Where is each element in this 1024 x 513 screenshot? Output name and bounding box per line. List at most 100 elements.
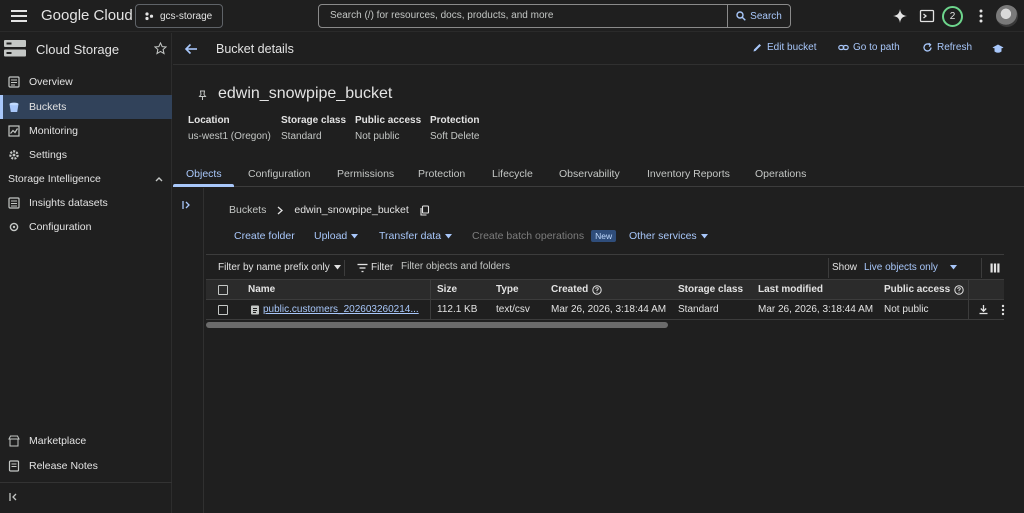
column-created[interactable]: Created xyxy=(551,284,602,295)
top-bar: Google Cloud gcs-storage Search 2 xyxy=(0,0,1024,32)
sidebar-section-storage-intelligence[interactable]: Storage Intelligence xyxy=(0,167,172,191)
select-all-checkbox[interactable] xyxy=(218,285,228,295)
cloud-shell-icon[interactable] xyxy=(919,8,935,24)
collapse-sidebar-icon[interactable] xyxy=(8,491,20,503)
more-vert-icon[interactable] xyxy=(973,8,989,24)
column-type[interactable]: Type xyxy=(496,284,519,295)
divider xyxy=(828,258,829,278)
sidebar-item-monitoring[interactable]: Monitoring xyxy=(0,119,172,143)
column-label: Size xyxy=(437,284,458,295)
overview-icon xyxy=(8,76,20,88)
breadcrumb-current: edwin_snowpipe_bucket xyxy=(294,204,409,216)
sidebar-title: Cloud Storage xyxy=(36,42,120,57)
chevron-right-icon xyxy=(277,206,284,214)
tab-operations[interactable]: Operations xyxy=(755,168,806,180)
back-arrow-icon[interactable] xyxy=(184,42,198,56)
notifications-badge[interactable]: 2 xyxy=(942,6,963,27)
column-last-modified[interactable]: Last modified xyxy=(758,284,823,295)
tab-lifecycle[interactable]: Lifecycle xyxy=(492,168,533,180)
transfer-data-label: Transfer data xyxy=(379,230,442,242)
tab-observability[interactable]: Observability xyxy=(559,168,620,180)
sidebar-item-release-notes[interactable]: Release Notes xyxy=(0,454,172,478)
other-services-button[interactable]: Other services xyxy=(629,230,708,242)
column-public-access[interactable]: Public access xyxy=(884,284,964,295)
go-to-path-button[interactable]: Go to path xyxy=(838,42,900,53)
more-vert-icon[interactable] xyxy=(1001,304,1005,316)
column-name[interactable]: Name xyxy=(248,284,275,295)
search-button[interactable]: Search xyxy=(727,5,790,27)
meta-label: Storage class xyxy=(281,115,347,126)
caret-down-icon xyxy=(445,233,453,238)
column-label: Name xyxy=(248,284,276,295)
column-display-icon[interactable] xyxy=(990,263,1000,273)
horizontal-scrollbar[interactable] xyxy=(206,322,668,328)
object-name-link[interactable]: public.customers_202603260214... xyxy=(263,304,419,315)
table-header: Name Size Type Created Storage class Las… xyxy=(206,280,1004,300)
filter-input[interactable] xyxy=(401,261,821,272)
table-row[interactable]: public.customers_202603260214... 112.1 K… xyxy=(206,300,1005,320)
menu-icon[interactable] xyxy=(11,9,27,23)
create-batch-operations-label: Create batch operations xyxy=(472,230,585,242)
filter-prefix-label: Filter by name prefix only xyxy=(218,262,330,273)
meta-public-access: Public access Not public xyxy=(355,115,421,142)
column-label: Last modified xyxy=(758,284,824,295)
tab-configuration[interactable]: Configuration xyxy=(248,168,310,180)
download-icon[interactable] xyxy=(978,304,989,315)
caret-down-icon xyxy=(700,233,708,238)
learn-icon[interactable] xyxy=(992,43,1004,55)
edit-bucket-button[interactable]: Edit bucket xyxy=(752,42,816,53)
copy-icon[interactable] xyxy=(419,204,430,216)
refresh-button[interactable]: Refresh xyxy=(922,42,972,53)
sidebar-item-overview[interactable]: Overview xyxy=(0,70,172,94)
breadcrumb-buckets[interactable]: Buckets xyxy=(229,204,266,216)
gemini-sparkle-icon[interactable] xyxy=(892,8,908,24)
sidebar-item-marketplace[interactable]: Marketplace xyxy=(0,429,172,453)
project-picker[interactable]: gcs-storage xyxy=(135,4,223,28)
avatar[interactable] xyxy=(996,5,1018,27)
sidebar-item-label: Overview xyxy=(29,76,73,88)
tab-objects[interactable]: Objects xyxy=(186,168,222,180)
other-services-label: Other services xyxy=(629,230,697,242)
transfer-data-button[interactable]: Transfer data xyxy=(379,230,453,242)
tab-permissions[interactable]: Permissions xyxy=(337,168,394,180)
column-label: Storage class xyxy=(678,284,744,295)
upload-button[interactable]: Upload xyxy=(314,230,359,242)
search-bar: Search xyxy=(318,4,791,28)
pin-icon[interactable] xyxy=(197,90,208,101)
star-icon[interactable] xyxy=(154,42,167,55)
object-created: Mar 26, 2026, 3:18:44 AM xyxy=(551,304,667,315)
column-divider xyxy=(968,280,969,320)
sidebar-item-settings[interactable]: Settings xyxy=(0,143,172,167)
show-dropdown[interactable]: Live objects only xyxy=(864,262,957,273)
meta-label: Location xyxy=(188,115,230,126)
sidebar-header: Cloud Storage xyxy=(0,33,172,64)
create-folder-button[interactable]: Create folder xyxy=(234,230,295,242)
help-icon[interactable] xyxy=(954,284,964,295)
search-input[interactable] xyxy=(330,10,720,21)
meta-label: Protection xyxy=(430,115,480,126)
meta-value: us-west1 (Oregon) xyxy=(188,131,271,142)
chevron-up-icon xyxy=(155,177,163,182)
tab-inventory-reports[interactable]: Inventory Reports xyxy=(647,168,730,180)
help-icon[interactable] xyxy=(592,284,602,295)
create-folder-label: Create folder xyxy=(234,230,295,242)
column-label: Created xyxy=(551,284,589,295)
filter-prefix-dropdown[interactable]: Filter by name prefix only xyxy=(218,262,341,273)
tab-protection[interactable]: Protection xyxy=(418,168,465,180)
sidebar-item-buckets[interactable]: Buckets xyxy=(0,95,172,119)
sidebar-item-configuration[interactable]: Configuration xyxy=(0,215,172,239)
google-cloud-logo[interactable]: Google Cloud xyxy=(41,7,133,24)
show-label: Show xyxy=(832,262,858,273)
caret-down-icon xyxy=(949,265,957,270)
filter-row: Filter by name prefix only Filter Show L… xyxy=(206,254,1004,280)
bucket-name: edwin_snowpipe_bucket xyxy=(218,85,393,102)
breadcrumb: Buckets edwin_snowpipe_bucket xyxy=(229,204,430,216)
edit-bucket-label: Edit bucket xyxy=(767,42,817,53)
sidebar-item-insights-datasets[interactable]: Insights datasets xyxy=(0,191,172,215)
sidebar-item-label: Configuration xyxy=(29,221,92,233)
row-checkbox[interactable] xyxy=(218,305,228,315)
column-size[interactable]: Size xyxy=(437,284,457,295)
expand-panel-icon[interactable] xyxy=(181,199,193,211)
create-batch-operations-button[interactable]: Create batch operations New xyxy=(472,230,617,242)
column-storage-class[interactable]: Storage class xyxy=(678,284,743,295)
